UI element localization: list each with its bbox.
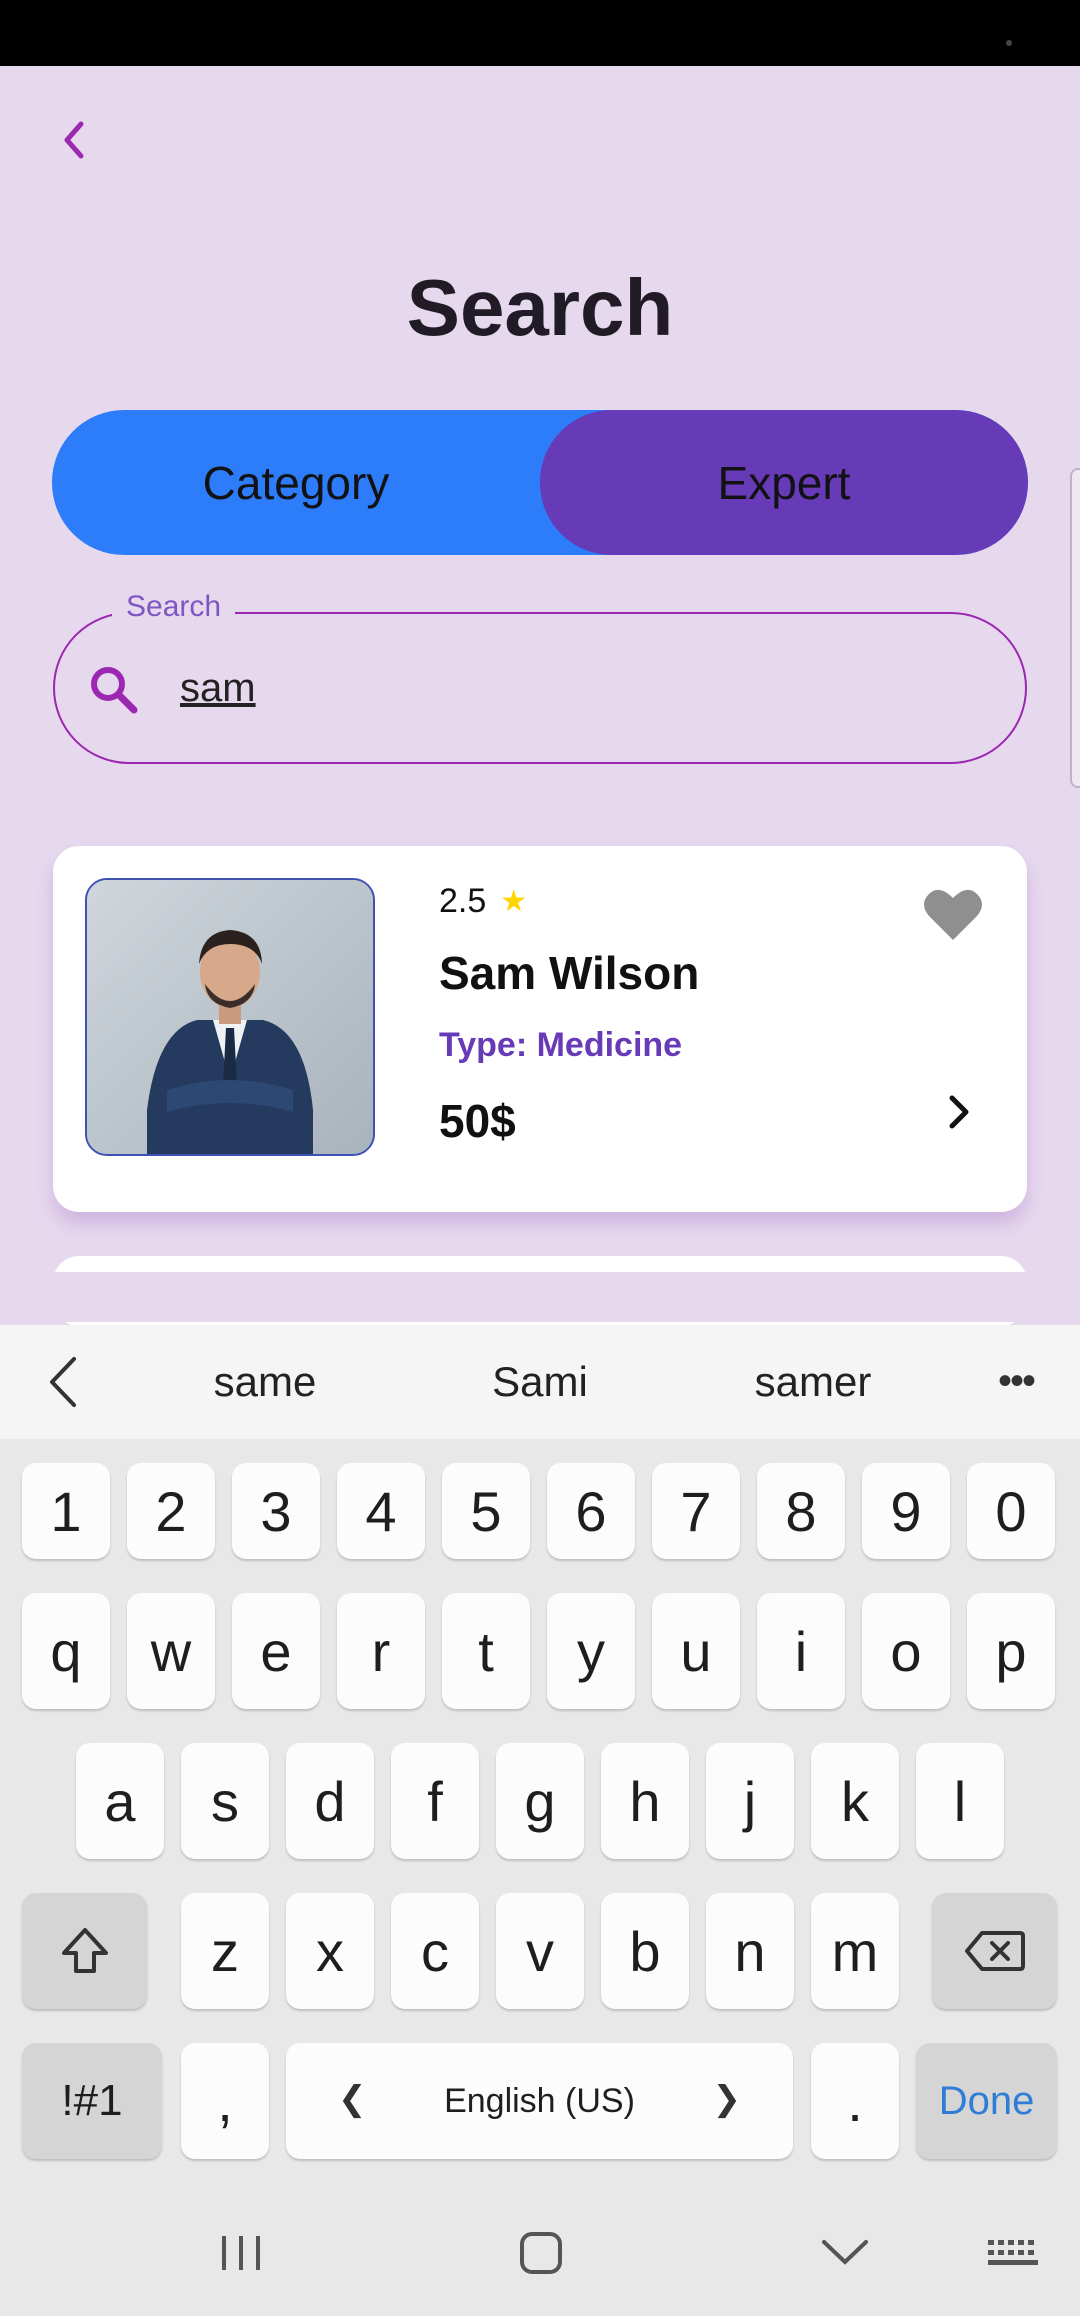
chevron-right-icon bbox=[949, 1095, 969, 1129]
hide-keyboard-icon[interactable] bbox=[820, 2236, 870, 2270]
key-p[interactable]: p bbox=[967, 1593, 1055, 1709]
list-clip bbox=[0, 1272, 1080, 1322]
key-z[interactable]: z bbox=[181, 1893, 269, 2009]
more-options-icon[interactable]: ••• bbox=[988, 1359, 1044, 1403]
key-j[interactable]: j bbox=[706, 1743, 794, 1859]
space-next-language-icon: ❯ bbox=[712, 2080, 742, 2118]
key-h[interactable]: h bbox=[601, 1743, 689, 1859]
backspace-key[interactable] bbox=[932, 1893, 1057, 2009]
keyboard-icon[interactable] bbox=[986, 2236, 1040, 2272]
key-n[interactable]: n bbox=[706, 1893, 794, 2009]
key-5[interactable]: 5 bbox=[442, 1463, 530, 1559]
key-o[interactable]: o bbox=[862, 1593, 950, 1709]
chevron-left-icon bbox=[64, 121, 84, 159]
suggestion-2[interactable]: Sami bbox=[405, 1325, 675, 1439]
done-key[interactable]: Done bbox=[916, 2043, 1057, 2159]
key-q[interactable]: q bbox=[22, 1593, 110, 1709]
search-field-label: Search bbox=[112, 590, 236, 624]
search-icon bbox=[91, 667, 138, 714]
key-2[interactable]: 2 bbox=[127, 1463, 215, 1559]
key-u[interactable]: u bbox=[652, 1593, 740, 1709]
expert-photo bbox=[85, 878, 375, 1156]
key-i[interactable]: i bbox=[757, 1593, 845, 1709]
search-input[interactable] bbox=[180, 656, 960, 720]
key-s[interactable]: s bbox=[181, 1743, 269, 1859]
backspace-icon bbox=[964, 1931, 1025, 1971]
key-k[interactable]: k bbox=[811, 1743, 899, 1859]
shift-key[interactable] bbox=[22, 1893, 147, 2009]
comma-key[interactable]: , bbox=[181, 2043, 269, 2159]
open-expert-button[interactable] bbox=[937, 1084, 981, 1140]
key-y[interactable]: y bbox=[547, 1593, 635, 1709]
suggestion-3[interactable]: samer bbox=[678, 1325, 948, 1439]
suggestion-1[interactable]: same bbox=[130, 1325, 400, 1439]
tab-expert[interactable]: Expert bbox=[540, 410, 1028, 555]
key-x[interactable]: x bbox=[286, 1893, 374, 2009]
space-key[interactable]: ❮ English (US) ❯ bbox=[286, 2043, 793, 2159]
system-nav-bar bbox=[0, 2200, 1080, 2316]
key-6[interactable]: 6 bbox=[547, 1463, 635, 1559]
key-c[interactable]: c bbox=[391, 1893, 479, 2009]
key-d[interactable]: d bbox=[286, 1743, 374, 1859]
back-button[interactable] bbox=[52, 112, 96, 168]
key-1[interactable]: 1 bbox=[22, 1463, 110, 1559]
key-4[interactable]: 4 bbox=[337, 1463, 425, 1559]
suggestion-bar: same Sami samer ••• bbox=[0, 1325, 1080, 1439]
status-indicator bbox=[1006, 40, 1012, 46]
key-e[interactable]: e bbox=[232, 1593, 320, 1709]
edge-panel-handle[interactable] bbox=[1070, 468, 1080, 788]
key-m[interactable]: m bbox=[811, 1893, 899, 2009]
expert-price: 50$ bbox=[439, 1095, 516, 1147]
chevron-left-icon[interactable] bbox=[40, 1353, 90, 1411]
key-8[interactable]: 8 bbox=[757, 1463, 845, 1559]
search-mode-toggle: Category Expert bbox=[52, 410, 1028, 555]
status-bar bbox=[0, 0, 1080, 66]
key-9[interactable]: 9 bbox=[862, 1463, 950, 1559]
shift-icon bbox=[61, 1928, 108, 1973]
space-language-label: English (US) bbox=[444, 2081, 635, 2120]
soft-keyboard: same Sami samer ••• 1 2 3 4 5 6 7 8 9 0 … bbox=[0, 1325, 1080, 2316]
key-3[interactable]: 3 bbox=[232, 1463, 320, 1559]
key-f[interactable]: f bbox=[391, 1743, 479, 1859]
star-icon: ★ bbox=[500, 885, 528, 918]
expert-name: Sam Wilson bbox=[439, 947, 700, 999]
key-7[interactable]: 7 bbox=[652, 1463, 740, 1559]
page-title: Search bbox=[406, 263, 674, 352]
home-icon[interactable] bbox=[518, 2230, 564, 2276]
key-0[interactable]: 0 bbox=[967, 1463, 1055, 1559]
rating-value: 2.5 bbox=[439, 882, 487, 920]
key-l[interactable]: l bbox=[916, 1743, 1004, 1859]
key-w[interactable]: w bbox=[127, 1593, 215, 1709]
key-t[interactable]: t bbox=[442, 1593, 530, 1709]
key-r[interactable]: r bbox=[337, 1593, 425, 1709]
symbols-key[interactable]: !#1 bbox=[22, 2043, 162, 2159]
period-key[interactable]: . bbox=[811, 2043, 899, 2159]
key-g[interactable]: g bbox=[496, 1743, 584, 1859]
key-b[interactable]: b bbox=[601, 1893, 689, 2009]
recent-apps-icon[interactable] bbox=[216, 2230, 266, 2276]
key-v[interactable]: v bbox=[496, 1893, 584, 2009]
expert-type: Type: Medicine bbox=[439, 1026, 683, 1064]
favorite-heart-icon[interactable] bbox=[923, 886, 983, 942]
tab-category[interactable]: Category bbox=[52, 410, 540, 555]
expert-card[interactable]: 2.5 ★ Sam Wilson Type: Medicine 50$ bbox=[53, 846, 1027, 1212]
rating: 2.5 ★ bbox=[439, 882, 527, 921]
space-prev-language-icon: ❮ bbox=[338, 2080, 367, 2118]
key-a[interactable]: a bbox=[76, 1743, 164, 1859]
